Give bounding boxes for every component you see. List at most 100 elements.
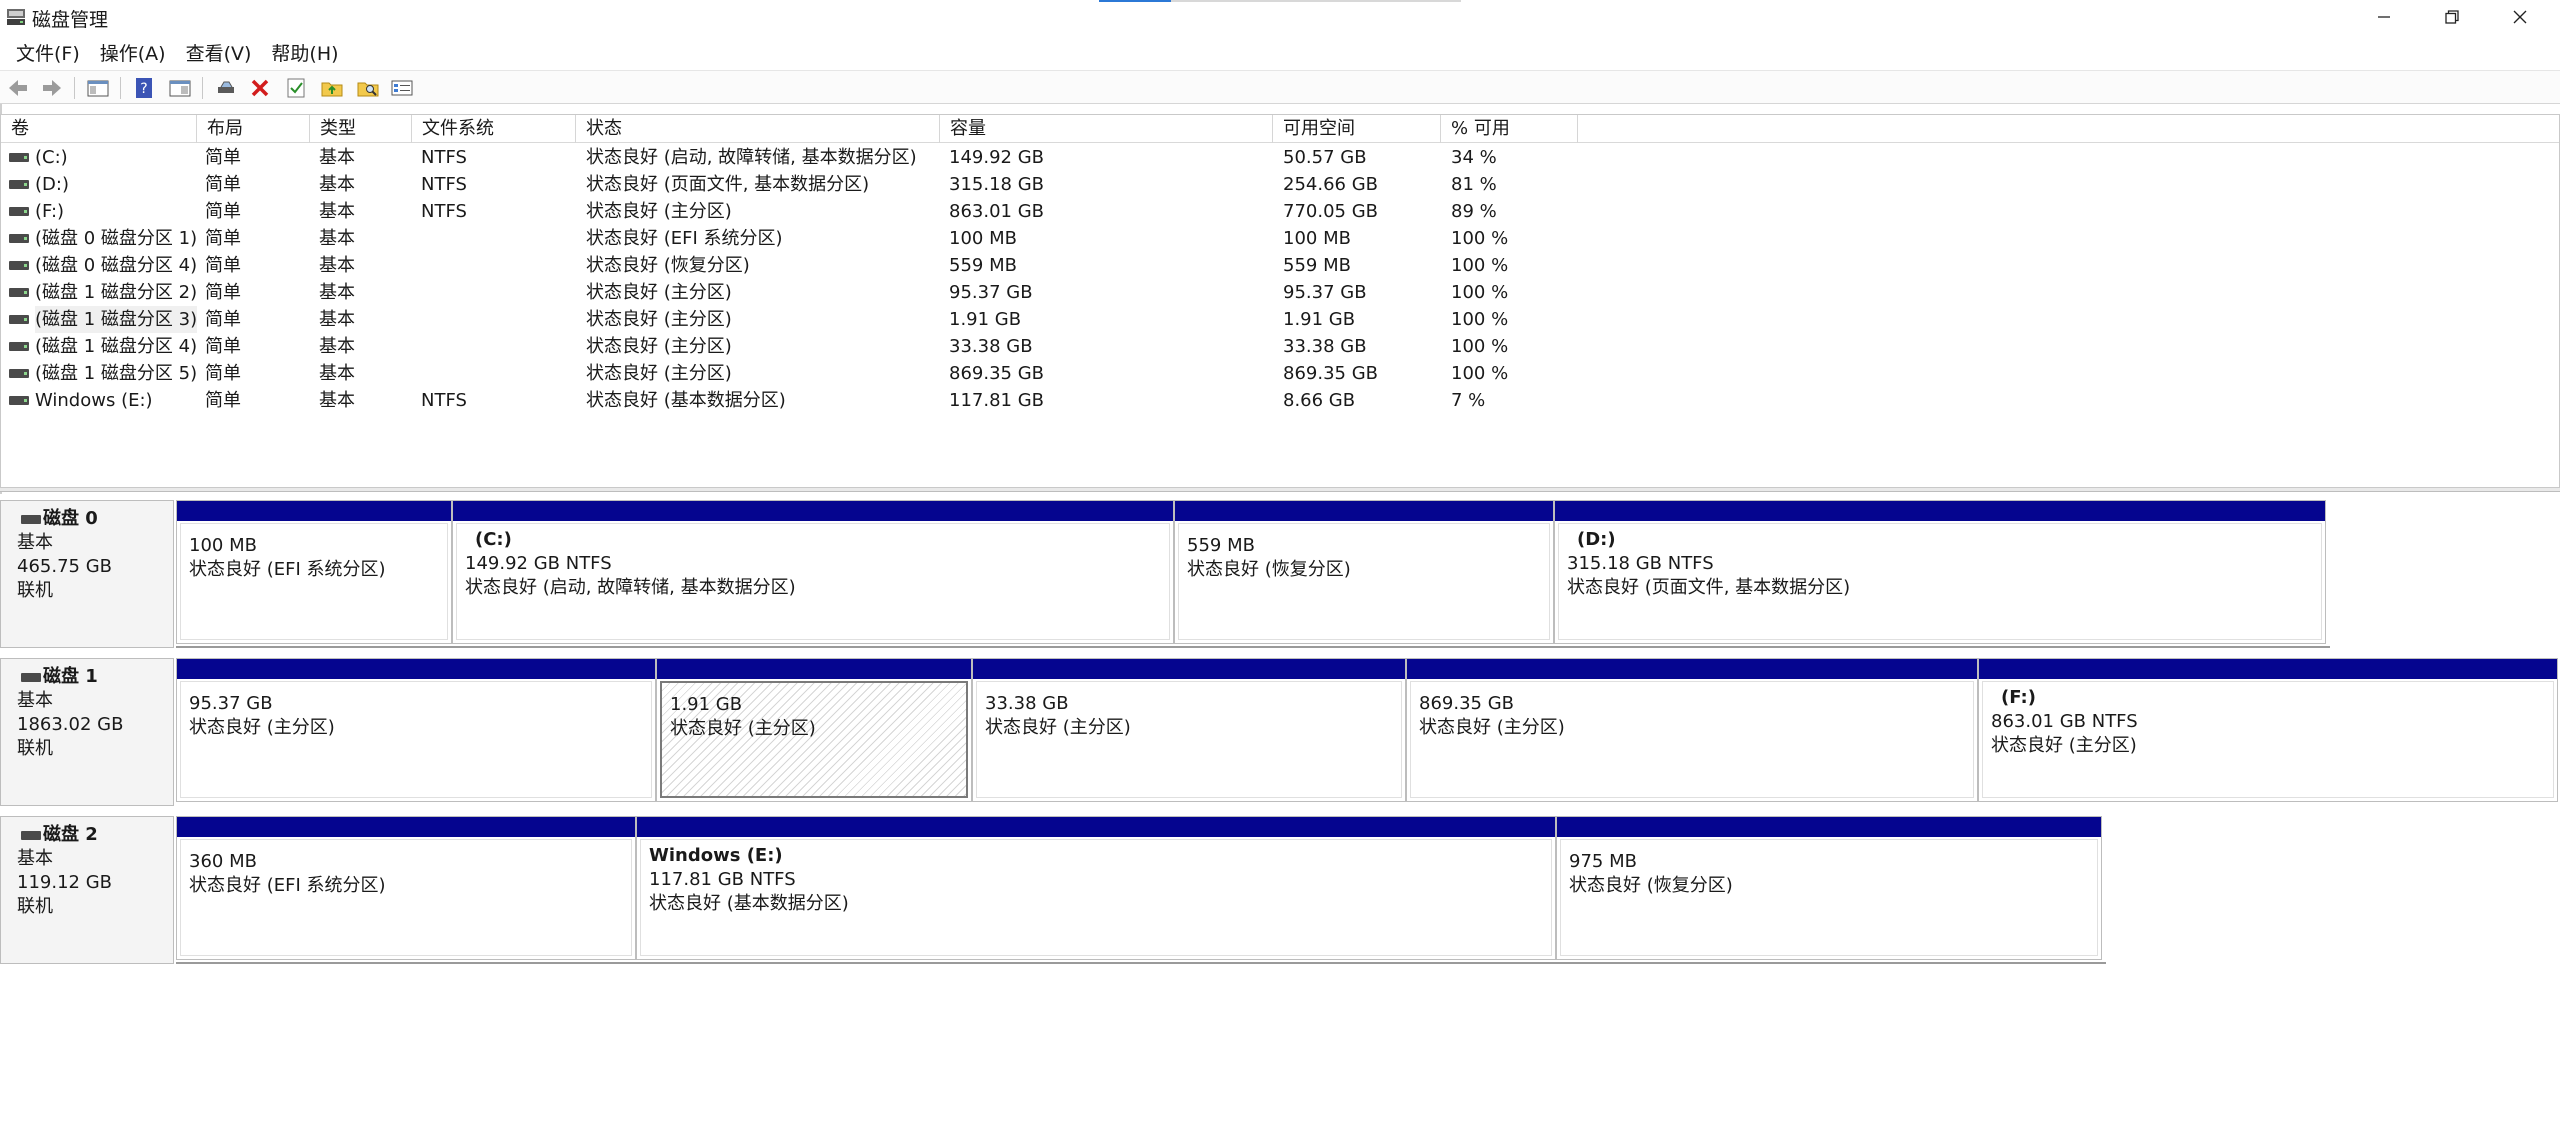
- volume-icon: [9, 207, 29, 216]
- disk-0-label[interactable]: 磁盘 0 基本 465.75 GB 联机: [0, 500, 174, 648]
- volume-cell-3: NTFS: [421, 174, 467, 195]
- volume-cell-5: 1.91 GB: [949, 309, 1022, 330]
- connect-drive-button[interactable]: [214, 76, 238, 100]
- volume-cell-4: 状态良好 (启动, 故障转储, 基本数据分区): [586, 147, 917, 168]
- column-free-space[interactable]: 可用空间: [1273, 115, 1441, 143]
- menu-file[interactable]: 文件(F): [6, 39, 90, 66]
- partition-body: 100 MB 状态良好 (EFI 系统分区): [180, 523, 448, 640]
- volume-cell-4: 状态良好 (主分区): [586, 201, 732, 222]
- disk-2-label[interactable]: 磁盘 2 基本 119.12 GB 联机: [0, 816, 174, 964]
- column-percent-free[interactable]: % 可用: [1441, 115, 1578, 143]
- check-button[interactable]: [284, 76, 308, 100]
- volume-cell-6: 869.35 GB: [1283, 363, 1379, 384]
- volume-cell-7: 100 %: [1451, 363, 1509, 384]
- volume-cell-4: 状态良好 (主分区): [586, 336, 732, 357]
- partition-size: 117.81 GB NTFS: [649, 869, 796, 890]
- partition-c[interactable]: (C:) 149.92 GB NTFS 状态良好 (启动, 故障转储, 基本数据…: [452, 500, 1174, 644]
- volume-cell-1: 简单: [205, 174, 241, 195]
- volume-cell-0: (F:): [35, 201, 65, 222]
- volume-row[interactable]: (C:) 简单 基本 NTFS 状态良好 (启动, 故障转储, 基本数据分区) 149.9…: [1, 144, 1581, 171]
- column-type[interactable]: 类型: [310, 115, 412, 143]
- properties-view-button[interactable]: [168, 76, 192, 100]
- column-layout[interactable]: 布局: [197, 115, 310, 143]
- folder-search-button[interactable]: [356, 76, 380, 100]
- volume-cell-1: 简单: [205, 255, 241, 276]
- volume-row[interactable]: Windows (E:) 简单 基本 NTFS 状态良好 (基本数据分区) 117.81 …: [1, 387, 1581, 414]
- toolbar-separator: [202, 77, 203, 99]
- volume-cell-0: (磁盘 0 磁盘分区 4): [35, 255, 198, 276]
- pane-splitter[interactable]: [0, 488, 2560, 492]
- delete-button[interactable]: [248, 76, 272, 100]
- volume-cell-7: 7 %: [1451, 390, 1486, 411]
- volume-cell-4: 状态良好 (页面文件, 基本数据分区): [586, 174, 870, 195]
- volume-row[interactable]: (磁盘 1 磁盘分区 4) 简单 基本 状态良好 (主分区) 33.38 GB 33.38…: [1, 333, 1581, 360]
- menu-view[interactable]: 查看(V): [176, 39, 262, 66]
- volume-row[interactable]: (F:) 简单 基本 NTFS 状态良好 (主分区) 863.01 GB 770.05 GB…: [1, 198, 1581, 225]
- help-button[interactable]: ?: [132, 76, 156, 100]
- volume-cell-5: 100 MB: [949, 228, 1017, 249]
- partition-size: 559 MB: [1187, 535, 1255, 556]
- partition-disk2-recovery[interactable]: 975 MB 状态良好 (恢复分区): [1556, 816, 2102, 960]
- volume-row[interactable]: (磁盘 1 磁盘分区 2) 简单 基本 状态良好 (主分区) 95.37 GB 95.37…: [1, 279, 1581, 306]
- window-title: 磁盘管理: [32, 9, 109, 31]
- volume-cell-5: 863.01 GB: [949, 201, 1045, 222]
- volume-cell-5: 149.92 GB: [949, 147, 1045, 168]
- partition-disk0-4[interactable]: 559 MB 状态良好 (恢复分区): [1174, 500, 1554, 644]
- partition-bar: [453, 501, 1173, 521]
- partition-disk1-3-selected[interactable]: 1.91 GB 状态良好 (主分区): [656, 658, 972, 802]
- partition-disk1-2[interactable]: 95.37 GB 状态良好 (主分区): [176, 658, 656, 802]
- forward-button[interactable]: [40, 76, 64, 100]
- console-tree-button[interactable]: [86, 76, 110, 100]
- partition-disk2-efi[interactable]: 360 MB 状态良好 (EFI 系统分区): [176, 816, 636, 960]
- volume-row[interactable]: (磁盘 1 磁盘分区 3) 简单 基本 状态良好 (主分区) 1.91 GB 1.91 G…: [1, 306, 1581, 333]
- partition-disk1-5[interactable]: 869.35 GB 状态良好 (主分区): [1406, 658, 1978, 802]
- volume-cell-6: 559 MB: [1283, 255, 1351, 276]
- volume-cell-6: 8.66 GB: [1283, 390, 1356, 411]
- column-filesystem[interactable]: 文件系统: [412, 115, 576, 143]
- partition-disk1-4[interactable]: 33.38 GB 状态良好 (主分区): [972, 658, 1406, 802]
- restore-button[interactable]: [2418, 0, 2486, 34]
- volume-cell-1: 简单: [205, 147, 241, 168]
- disk-icon: [21, 515, 41, 524]
- partition-d[interactable]: (D:) 315.18 GB NTFS 状态良好 (页面文件, 基本数据分区): [1554, 500, 2326, 644]
- column-capacity[interactable]: 容量: [940, 115, 1273, 143]
- menu-help[interactable]: 帮助(H): [261, 39, 348, 66]
- menu-action[interactable]: 操作(A): [90, 39, 176, 66]
- partition-bar: [973, 659, 1405, 679]
- partition-size: 863.01 GB NTFS: [1991, 711, 2138, 732]
- restore-icon: [2445, 10, 2459, 24]
- disk-1-label[interactable]: 磁盘 1 基本 1863.02 GB 联机: [0, 658, 174, 806]
- volume-cell-4: 状态良好 (主分区): [586, 363, 732, 384]
- volume-row[interactable]: (磁盘 0 磁盘分区 1) 简单 基本 状态良好 (EFI 系统分区) 100 MB 10…: [1, 225, 1581, 252]
- minimize-button[interactable]: [2350, 0, 2418, 34]
- close-button[interactable]: [2486, 0, 2554, 34]
- disk-2-status: 联机: [17, 896, 53, 917]
- volume-cell-0: Windows (E:): [35, 390, 153, 411]
- volume-cell-5: 559 MB: [949, 255, 1017, 276]
- column-status[interactable]: 状态: [576, 115, 940, 143]
- volume-cell-2: 基本: [319, 390, 355, 411]
- volume-row[interactable]: (磁盘 0 磁盘分区 4) 简单 基本 状态良好 (恢复分区) 559 MB 559 MB…: [1, 252, 1581, 279]
- list-settings-button[interactable]: [390, 76, 414, 100]
- volume-cell-6: 770.05 GB: [1283, 201, 1379, 222]
- disk-0-bottom-line: [176, 646, 2330, 648]
- volume-row[interactable]: (D:) 简单 基本 NTFS 状态良好 (页面文件, 基本数据分区) 315.18 GB…: [1, 171, 1581, 198]
- partition-disk0-1[interactable]: 100 MB 状态良好 (EFI 系统分区): [176, 500, 452, 644]
- partition-status: 状态良好 (主分区): [985, 717, 1131, 738]
- partition-body: 559 MB 状态良好 (恢复分区): [1178, 523, 1550, 640]
- volume-row[interactable]: (磁盘 1 磁盘分区 5) 简单 基本 状态良好 (主分区) 869.35 GB 869.…: [1, 360, 1581, 387]
- disk-2-size: 119.12 GB: [17, 872, 113, 893]
- partition-f[interactable]: (F:) 863.01 GB NTFS 状态良好 (主分区): [1978, 658, 2558, 802]
- check-icon: [287, 78, 305, 98]
- volume-cell-2: 基本: [319, 282, 355, 303]
- partition-bar: [657, 659, 971, 679]
- volume-cell-0: (磁盘 1 磁盘分区 5): [35, 363, 198, 384]
- volume-icon: [9, 342, 29, 351]
- partition-status: 状态良好 (启动, 故障转储, 基本数据分区): [465, 577, 796, 598]
- folder-up-icon: [321, 82, 343, 97]
- partition-e[interactable]: Windows (E:) 117.81 GB NTFS 状态良好 (基本数据分区…: [636, 816, 1556, 960]
- partition-size: 33.38 GB: [985, 693, 1069, 714]
- folder-up-button[interactable]: [320, 76, 344, 100]
- column-volume[interactable]: 卷: [1, 115, 197, 143]
- back-button[interactable]: [6, 76, 30, 100]
